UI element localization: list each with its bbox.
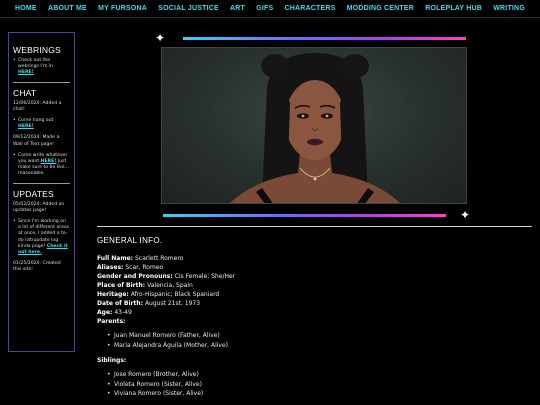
general-info: Full Name: Scarlett Romero Aliases: Scar…	[97, 254, 497, 399]
updates-entry: 05/02/2024: Added an updates page!	[13, 201, 65, 213]
created-entry: 01/25/2024: Created this site!	[13, 261, 61, 273]
wall-link[interactable]: HERE!	[41, 159, 57, 164]
nav-art[interactable]: ART	[230, 5, 245, 12]
top-nav: HOME ABOUT ME MY FURSONA SOCIAL JUSTICE …	[0, 0, 540, 18]
character-portrait	[161, 47, 467, 204]
nav-gifs[interactable]: GIFS	[256, 5, 273, 12]
sidebar: WEBRINGS Check out the webrings I'm in H…	[8, 32, 75, 352]
updates-list: Since I'm working on a lot of different …	[13, 219, 70, 256]
parents-list: Juan Manuel Romero (Father, Alive) Maria…	[107, 331, 497, 350]
nav-writing[interactable]: WRITING	[493, 5, 525, 12]
list-item: Viviana Romero (Sister, Alive)	[107, 389, 497, 399]
nav-social-justice[interactable]: SOCIAL JUSTICE	[158, 5, 219, 12]
list-item: Jose Romero (Brother, Alive)	[107, 370, 497, 380]
gradient-bar-bottom	[163, 214, 446, 217]
webrings-item: Check out the webrings I'm in HERE!	[13, 58, 70, 77]
webrings-list: Check out the webrings I'm in HERE!	[13, 58, 70, 77]
info-gender: Gender and Pronouns: Cis Female; She/Her	[97, 273, 236, 280]
info-birthplace: Place of Birth: Valencia, Spain	[97, 282, 193, 289]
chat-item-text: Come hang out	[18, 118, 54, 124]
wall-list: Come write whatever you want HERE! Just …	[13, 153, 70, 178]
info-parents: Parents:	[97, 318, 126, 325]
nav-characters[interactable]: CHARACTERS	[285, 5, 336, 12]
chat-item: Come hang out HERE!	[13, 118, 70, 130]
wall-entry: 09/12/2024: Made a Wall of Text page!	[13, 135, 60, 147]
sidebar-divider	[13, 81, 70, 83]
nav-home[interactable]: HOME	[15, 5, 37, 12]
section-title: GENERAL INFO.	[97, 236, 163, 245]
list-item: Maria Alejandra Águila (Mother, Alive)	[107, 341, 497, 351]
gradient-bar-top	[183, 37, 466, 40]
list-item: Violeta Romero (Sister, Alive)	[107, 380, 497, 390]
list-item: Juan Manuel Romero (Father, Alive)	[107, 331, 497, 341]
webrings-item-text: Check out the webrings I'm in	[18, 58, 54, 70]
siblings-label: Siblings:	[97, 357, 127, 364]
info-dob: Date of Birth: August 21st, 1973	[97, 300, 201, 307]
webrings-title: WEBRINGS	[13, 45, 61, 55]
nav-my-fursona[interactable]: MY FURSONA	[98, 5, 147, 12]
wall-item: Come write whatever you want HERE! Just …	[13, 153, 70, 178]
sidebar-divider	[13, 182, 70, 184]
section-divider	[97, 226, 532, 227]
siblings-list: Jose Romero (Brother, Alive) Violeta Rom…	[107, 370, 497, 399]
updates-item: Since I'm working on a lot of different …	[13, 219, 70, 256]
nav-about-me[interactable]: ABOUT ME	[48, 5, 87, 12]
info-aliases: Aliases: Scar, Romeo	[97, 264, 164, 271]
updates-title: UPDATES	[13, 188, 54, 199]
sparkle-icon: ✦	[460, 208, 471, 222]
info-full-name: Full Name: Scarlett Romero	[97, 255, 184, 262]
info-age: Age: 43-49	[97, 309, 132, 316]
portrait-illustration	[230, 53, 400, 203]
chat-entry: 12/06/2024: Added a chat!	[13, 100, 62, 112]
sparkle-icon: ✦	[155, 31, 166, 45]
chat-link[interactable]: HERE!	[18, 124, 34, 129]
nav-roleplay-hub[interactable]: ROLEPLAY HUB	[425, 5, 482, 12]
info-heritage: Heritage: Afro-Hispanic; Black Spaniard	[97, 291, 220, 298]
webrings-link[interactable]: HERE!	[18, 70, 34, 75]
chat-list: Come hang out HERE!	[13, 118, 70, 130]
nav-modding-center[interactable]: MODDING CENTER	[347, 5, 414, 12]
chat-title: CHAT	[13, 87, 37, 98]
